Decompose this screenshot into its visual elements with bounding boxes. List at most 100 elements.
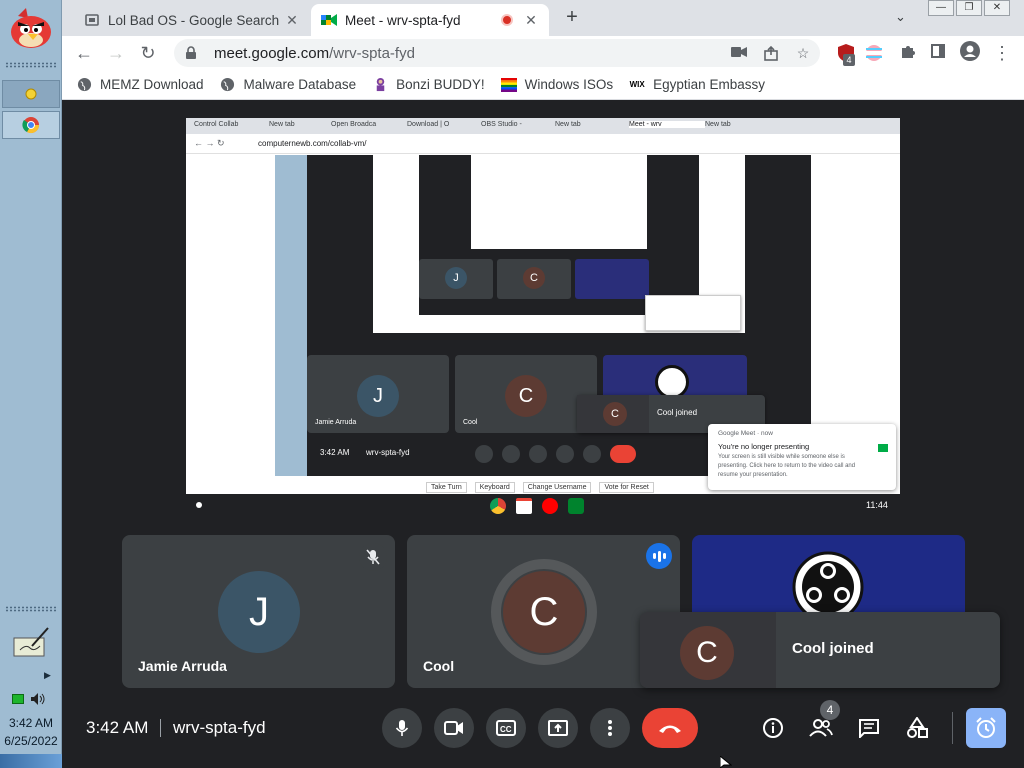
presentation-shelf: 11:44 [186,494,900,518]
tray-expand-icon[interactable]: ▶ [44,670,51,681]
angry-bird-start-icon[interactable] [8,6,54,50]
chrome-icon [22,117,40,134]
toast-message: Cool joined [792,640,874,657]
address-bar[interactable]: meet.google.com/wrv-spta-fyd ☆ [174,39,820,67]
inner-notification[interactable]: Google Meet · now You're no longer prese… [708,424,896,490]
participant-joined-toast[interactable]: C Cool joined [640,612,1000,688]
tab-google-search[interactable]: Lol Bad OS - Google Search ✕ [74,4,310,36]
document-icon [84,12,100,28]
meeting-clock: 3:42 AM [86,718,149,737]
taskbar-app-sun[interactable] [2,80,60,108]
inner-url: computernewb.com/collab-vm/ [258,139,367,148]
captions-icon: CC [496,720,516,736]
taskbar-grip-tray[interactable] [5,606,57,612]
browser-menu-icon[interactable]: ⋮ [990,41,1014,65]
shelf-apps [490,498,584,514]
bookmarks-bar: MEMZ Download Malware Database Bonzi BUD… [62,70,1024,100]
vm-change-username-button[interactable]: Change Username [522,482,592,493]
inner-tile-name: Jamie Arruda [315,419,357,426]
inner-tile-cool: C Cool [455,355,597,433]
chat-button[interactable] [853,712,885,744]
browser-toolbar: ← → ↻ meet.google.com/wrv-spta-fyd ☆ 4 ⋮ [62,36,1024,70]
flag-extension-icon[interactable] [864,43,884,63]
taskbar-date[interactable]: 6/25/2022 [0,734,62,748]
bookmark-bonzi-buddy[interactable]: Bonzi BUDDY! [372,77,485,93]
camera-button[interactable] [434,708,474,748]
inner-tile-jamie: J Jamie Arruda [307,355,449,433]
profile-avatar-icon[interactable] [958,41,982,65]
microphone-icon [395,720,409,736]
back-button[interactable]: ← [72,41,96,65]
close-window-button[interactable]: ✕ [984,0,1010,16]
vm-keyboard-button[interactable]: Keyboard [474,482,515,493]
vm-take-turn-button[interactable]: Take Turn [426,482,467,493]
screen-share-presentation[interactable]: Control Collab New tab Open Broadca Down… [186,118,900,494]
inner-tile-name: Cool [463,419,478,426]
camera-in-use-icon[interactable] [730,45,748,63]
speaking-indicator-icon [646,543,672,569]
chrome-icon [490,498,506,514]
vm-vote-reset-button[interactable]: Vote for Reset [599,482,654,493]
inner-joined-text: Cool joined [657,408,698,417]
meet-icon [878,444,888,452]
toast-avatar: C [680,626,734,680]
extension-badge: 4 [843,54,855,66]
maximize-button[interactable]: ❐ [956,0,982,16]
microphone-button[interactable] [382,708,422,748]
volume-icon[interactable] [30,692,46,706]
close-tab-icon[interactable]: ✕ [523,12,539,29]
inner-toolbar: ← → ↻ computernewb.com/collab-vm/ [186,134,900,154]
meet-icon [568,498,584,514]
inner-code: wrv-spta-fyd [366,448,410,457]
sun-icon [25,88,37,100]
participant-name: Jamie Arruda [138,658,227,674]
bookmark-egyptian-embassy[interactable]: WIX Egyptian Embassy [629,77,765,93]
people-icon [809,719,833,737]
extensions-puzzle-icon[interactable] [896,41,920,65]
desktop-taskbar: ▶ 3:42 AM 6/25/2022 [0,0,62,768]
gmail-icon [516,498,532,514]
activities-button[interactable] [966,708,1006,748]
tab-meet[interactable]: Meet - wrv-spta-fyd ✕ [311,4,549,36]
wix-icon: WIX [629,80,645,89]
url-path: /wrv-spta-fyd [329,44,415,62]
inner-tab: Download | O [407,121,450,128]
new-tab-button[interactable]: + [559,5,585,31]
globe-icon [220,77,236,93]
bookmark-windows-isos[interactable]: Windows ISOs [500,77,614,93]
bar-divider [160,719,161,737]
bookmark-malware-database[interactable]: Malware Database [220,77,356,93]
more-options-button[interactable] [590,708,630,748]
taskbar-time[interactable]: 3:42 AM [0,716,62,730]
lock-icon[interactable] [184,46,198,60]
side-panel-icon[interactable] [926,41,950,65]
taskbar-app-chrome[interactable] [2,111,60,139]
bookmark-star-icon[interactable]: ☆ [794,45,812,63]
notification-time: now [761,430,773,437]
meeting-info-button[interactable] [757,712,789,744]
camera-icon [444,721,463,735]
present-screen-button[interactable] [538,708,578,748]
muted-mic-icon [359,543,387,571]
mouse-cursor-icon [720,756,732,768]
reload-button[interactable]: ↻ [136,41,160,65]
bookmark-label: Windows ISOs [524,77,614,92]
shelf-time: 11:44 [866,500,888,510]
participant-tile-jamie[interactable]: J Jamie Arruda [122,535,395,688]
bookmark-memz[interactable]: MEMZ Download [76,77,204,93]
forward-button[interactable]: → [104,41,128,65]
share-icon[interactable] [762,45,780,63]
pen-tablet-icon[interactable] [12,624,50,660]
network-icon[interactable] [12,694,24,704]
notification-app: Google Meet [718,430,756,437]
activities-shapes-button[interactable] [901,712,933,744]
minimize-button[interactable]: — [928,0,954,16]
close-tab-icon[interactable]: ✕ [284,12,300,29]
inner-tab: New tab [705,121,731,128]
notification-title: You're no longer presenting [718,442,810,451]
captions-button[interactable]: CC [486,708,526,748]
globe-icon [76,77,92,93]
taskbar-grip[interactable] [5,62,57,68]
leave-call-button[interactable] [642,708,698,748]
tab-search-chevron-icon[interactable]: ⌄ [895,9,906,25]
